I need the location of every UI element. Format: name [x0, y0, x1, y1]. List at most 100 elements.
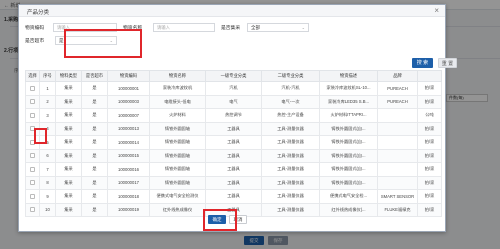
cell-material-type: 集采 [55, 162, 82, 177]
cell-name: 铸铁外圆固轴 [149, 175, 206, 190]
cell-extra: 拍/家 [417, 135, 442, 150]
header-extra [417, 70, 442, 82]
cell-index: 9 [39, 189, 56, 204]
cell-brand [377, 148, 418, 163]
cell-supermarket: 是 [81, 148, 108, 163]
cell-code: 100000015 [107, 148, 150, 163]
row-select-cell [25, 94, 40, 109]
cell-code: 100000019 [107, 202, 150, 217]
cell-index: 3 [39, 108, 56, 123]
cell-extra: 拍/家 [417, 162, 442, 177]
row-checkbox[interactable] [30, 207, 35, 213]
row-select-cell [25, 108, 40, 123]
cell-brand: PUREACH [377, 81, 418, 96]
cell-description: 铸铁外圆固式(自... [319, 175, 378, 190]
cell-material-type: 集采 [55, 148, 82, 163]
cell-material-type: 集采 [55, 94, 82, 109]
cell-name: 铸铁外圆固轴 [149, 162, 206, 177]
table-row[interactable]: 4 集采是 100000013 铸铁外圆固轴 工器具 工具-测量仪器 铸铁外圆固式(自...… [25, 121, 442, 136]
table-row[interactable]: 9 集采是 100000018 便携式电气安全检测仪 工器具 工具-测量仪器 便携式电气安全… [25, 189, 442, 204]
cell-extra: 拍/家 [417, 81, 442, 96]
cell-category-1: 工器具 [205, 162, 262, 177]
cell-index: 2 [39, 94, 56, 109]
cell-name: 铸铁外圆固轴 [149, 135, 206, 150]
cell-category-1: 工器具 [205, 189, 262, 204]
cell-name: 铸铁外圆固轴 [149, 121, 206, 136]
header-code: 物资编码 [107, 70, 150, 82]
row-select-cell [25, 175, 40, 190]
row-checkbox[interactable] [30, 166, 35, 172]
header-description: 物资描述 [319, 70, 378, 82]
cell-code: 100000013 [107, 121, 150, 136]
cell-supermarket: 是 [81, 162, 108, 177]
table-row[interactable]: 7 集采是 100000016 铸铁外圆固轴 工器具 工具-测量仪器 铸铁外圆固式(自...… [25, 162, 442, 177]
row-checkbox[interactable] [30, 153, 35, 159]
cell-code: 100000016 [107, 162, 150, 177]
header-category-2: 二级专业分类 [261, 70, 320, 82]
cell-description: 红外线热成像仪(... [319, 202, 378, 217]
cell-code: 100000001 [107, 81, 150, 96]
cell-extra: 拍/家 [417, 175, 442, 190]
search-button[interactable]: 搜 索 [412, 58, 433, 68]
cell-category-1: 电气 [205, 94, 262, 109]
cell-brand [377, 135, 418, 150]
cell-code: 100000017 [107, 175, 150, 190]
cell-brand: PUREACH [377, 94, 418, 109]
cell-material-type: 集采 [55, 108, 82, 123]
reset-button[interactable]: 重 置 [438, 58, 457, 68]
cell-supermarket: 是 [81, 108, 108, 123]
row-checkbox[interactable] [30, 193, 35, 199]
cell-brand: FLUKE福禄克 [377, 202, 418, 217]
cell-supermarket: 是 [81, 121, 108, 136]
row-checkbox[interactable] [30, 99, 35, 105]
dialog-title: 产品分类 [27, 10, 50, 16]
cell-description: 家装冷库波纹机SL-10... [319, 81, 378, 96]
header-name: 物资名称 [149, 70, 206, 82]
close-icon[interactable]: × [434, 6, 439, 15]
cell-description: 家装冷库LED35 S.B... [319, 94, 378, 109]
table-row[interactable]: 1 集采是 100000001 家装冷库波纹机 汽机 汽机-汽机 家装冷库波纹机SL-10.… [25, 81, 442, 96]
cell-supermarket: 是 [81, 189, 108, 204]
cell-category-1: 工器具 [205, 135, 262, 150]
cell-category-1: 工器具 [205, 175, 262, 190]
supermarket-label: 是否超市 [25, 38, 45, 44]
header-brand: 品牌 [377, 70, 418, 82]
cell-name: 火炉材料 [149, 108, 206, 123]
cell-index: 6 [39, 148, 56, 163]
cell-brand: SMART SENSOR [377, 189, 418, 204]
cell-extra: 拍/家 [417, 94, 442, 109]
table-body: 1 集采是 100000001 家装冷库波纹机 汽机 汽机-汽机 家装冷库波纹机SL-10.… [25, 81, 442, 217]
row-checkbox[interactable] [30, 112, 35, 118]
cell-code: 100000007 [107, 108, 150, 123]
table-row[interactable]: 6 集采是 100000015 铸铁外圆固轴 工器具 工具-测量仪器 铸铁外圆固式(自...… [25, 148, 442, 163]
cell-supermarket: 是 [81, 202, 108, 217]
code-label: 物资编码 [25, 25, 45, 31]
row-select-cell [25, 148, 40, 163]
cell-extra: 拍/家 [417, 189, 442, 204]
cell-category-2: 工具-测量仪器 [261, 189, 320, 204]
table-row[interactable]: 3 集采是 100000007 火炉材料 热控调节 热控-主产设备 火炉材料ITTAPRI.… [25, 108, 442, 123]
cell-category-2: 工具-测量仪器 [261, 148, 320, 163]
cell-description: 便携式电气安全检... [319, 189, 378, 204]
cell-name: 红外线热成像仪 [149, 202, 206, 217]
cell-category-1: 汽机 [205, 81, 262, 96]
cell-material-type: 集采 [55, 175, 82, 190]
table-row[interactable]: 8 集采是 100000017 铸铁外圆固轴 工器具 工具-测量仪器 铸铁外圆固式(自...… [25, 175, 442, 190]
table-row[interactable]: 2 集采是 100000003 电缆接头-低电 电气 电气-一次 家装冷库LED35 S.B… [25, 94, 442, 109]
row-checkbox[interactable] [30, 85, 35, 91]
cell-name: 电缆接头-低电 [149, 94, 206, 109]
cell-extra: 公吨 [417, 108, 442, 123]
table-row[interactable]: 5 集采是 100000014 铸铁外圆固轴 工器具 工具-测量仪器 铸铁外圆固式(自...… [25, 135, 442, 150]
row-checkbox[interactable] [30, 180, 35, 186]
cell-material-type: 集采 [55, 81, 82, 96]
cell-description: 铸铁外圆固式(自... [319, 121, 378, 136]
strategic-select[interactable]: 全部 ⌄ [247, 22, 309, 32]
cell-category-2: 工具-测量仪器 [261, 121, 320, 136]
cell-brand [377, 162, 418, 177]
cell-supermarket: 是 [81, 81, 108, 96]
cell-extra: 拍/家 [417, 202, 442, 217]
cell-category-1: 工器具 [205, 148, 262, 163]
name-input[interactable]: 请输入 [153, 22, 215, 32]
header-category-1: 一级专业分类 [205, 70, 262, 82]
row-select-cell [25, 202, 40, 217]
